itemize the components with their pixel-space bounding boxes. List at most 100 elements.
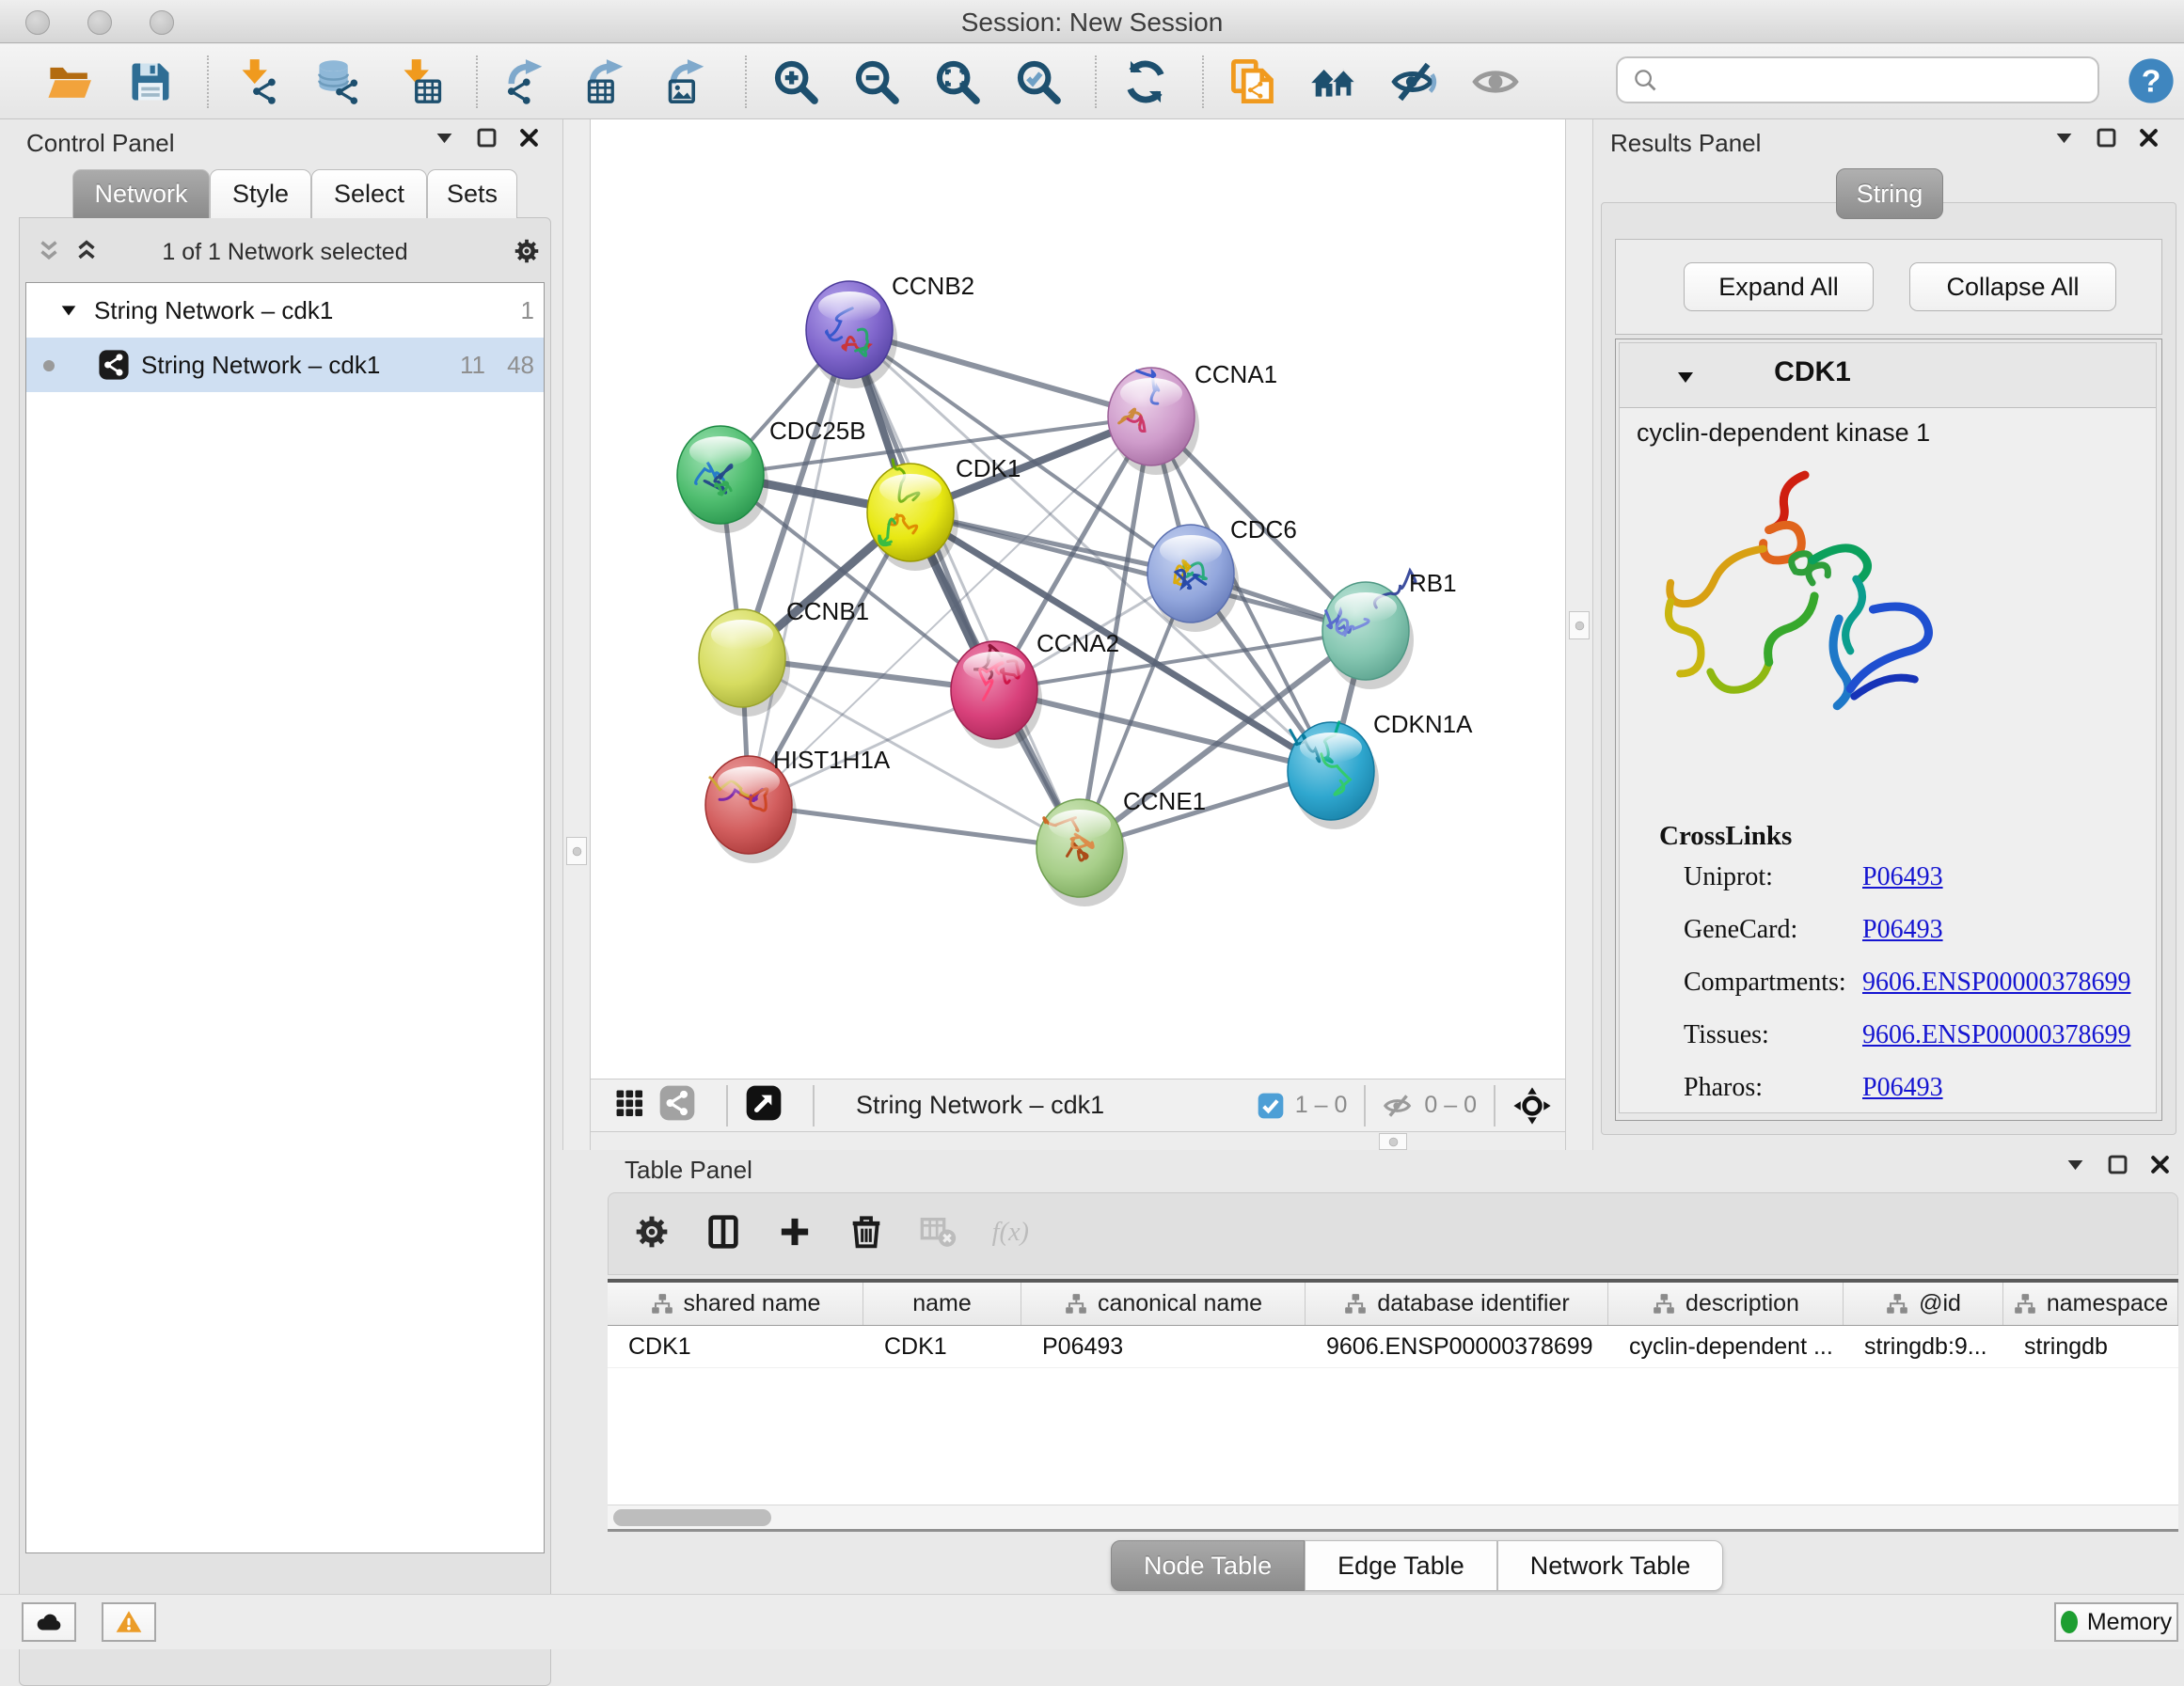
- network-node-CDK1[interactable]: CDK1: [867, 454, 1021, 571]
- hide-selected-button[interactable]: [1385, 50, 1445, 114]
- table-cell[interactable]: cyclin-dependent ...: [1608, 1326, 1844, 1367]
- network-node-CCNB2[interactable]: CCNB2: [806, 272, 974, 388]
- export-network-button[interactable]: [497, 50, 557, 114]
- table-row[interactable]: CDK1CDK1P064939606.ENSP00000378699cyclin…: [608, 1326, 2178, 1368]
- table-cell[interactable]: CDK1: [863, 1326, 1021, 1367]
- delete-table-button[interactable]: [919, 1213, 990, 1255]
- add-icon[interactable]: [776, 1213, 814, 1251]
- org-chart-icon[interactable]: [2013, 1292, 2037, 1316]
- hidden-items-icon[interactable]: [1383, 1090, 1415, 1122]
- org-chart-icon[interactable]: [1652, 1292, 1676, 1316]
- column-header-description[interactable]: description: [1608, 1283, 1844, 1325]
- apply-layout-icon[interactable]: [1121, 57, 1170, 106]
- selected-nodes-icon[interactable]: [1256, 1091, 1286, 1121]
- crosshair-icon[interactable]: [1512, 1086, 1552, 1126]
- network-node-CDC6[interactable]: CDC6: [1147, 515, 1297, 632]
- tab-style[interactable]: Style: [210, 169, 311, 218]
- import-table-icon[interactable]: [395, 57, 444, 106]
- column-header-namespace[interactable]: namespace: [2003, 1283, 2178, 1325]
- export-image-button[interactable]: [658, 50, 719, 114]
- right-splitter[interactable]: [1565, 119, 1593, 1150]
- table-cell[interactable]: stringdb: [2003, 1326, 2178, 1367]
- float-icon[interactable]: [2094, 125, 2119, 150]
- network-edge[interactable]: [749, 330, 849, 805]
- right-splitter-handle[interactable]: [1569, 611, 1590, 639]
- expand-all-button[interactable]: Expand All: [1684, 262, 1874, 311]
- close-icon[interactable]: [2136, 125, 2161, 150]
- cloud-button[interactable]: [22, 1602, 76, 1642]
- horizontal-splitter[interactable]: [591, 1131, 1565, 1150]
- zoom-in-icon[interactable]: [771, 57, 820, 106]
- left-splitter-handle[interactable]: [566, 837, 587, 865]
- network-graph[interactable]: CCNB2 CCNA1 CDC25B CDK1 CDC6: [591, 119, 1565, 1079]
- zoom-selected-button[interactable]: [1008, 50, 1068, 114]
- collapse-all-button[interactable]: Collapse All: [1909, 262, 2116, 311]
- org-chart-icon[interactable]: [1343, 1292, 1368, 1316]
- left-splitter[interactable]: [562, 119, 591, 1150]
- help-button[interactable]: ?: [2126, 55, 2176, 106]
- network-node-CDKN1A[interactable]: CDKN1A: [1288, 710, 1473, 829]
- columns-button[interactable]: [704, 1213, 776, 1255]
- neighborhood-homes-icon[interactable]: [1309, 57, 1358, 106]
- hide-selected-icon[interactable]: [1390, 57, 1439, 106]
- open-session-button[interactable]: [40, 50, 100, 114]
- close-icon[interactable]: [516, 125, 542, 150]
- zoom-out-icon[interactable]: [852, 57, 901, 106]
- org-chart-icon[interactable]: [1064, 1292, 1088, 1316]
- zoom-in-button[interactable]: [766, 50, 826, 114]
- tab-sets[interactable]: Sets: [427, 169, 517, 218]
- column-header-name[interactable]: name: [863, 1283, 1021, 1325]
- collapse-icon[interactable]: [2051, 125, 2077, 150]
- table-horizontal-scrollbar[interactable]: [608, 1505, 2178, 1529]
- show-all-button[interactable]: [1465, 50, 1526, 114]
- tab-select[interactable]: Select: [311, 169, 427, 218]
- float-icon[interactable]: [474, 125, 499, 150]
- import-table-button[interactable]: [389, 50, 450, 114]
- trash-icon[interactable]: [847, 1213, 885, 1251]
- network-node-HIST1H1A[interactable]: HIST1H1A: [705, 746, 891, 863]
- save-session-button[interactable]: [120, 50, 181, 114]
- fx-icon[interactable]: f(x): [990, 1213, 1028, 1251]
- collapse-icon[interactable]: [432, 125, 457, 150]
- crosslink-link[interactable]: P06493: [1862, 915, 1943, 945]
- tab-node-table[interactable]: Node Table: [1111, 1540, 1305, 1591]
- import-network-button[interactable]: [228, 50, 288, 114]
- gene-card-header[interactable]: CDK1: [1620, 343, 2156, 408]
- import-database-icon[interactable]: [314, 57, 363, 106]
- zoom-out-button[interactable]: [847, 50, 907, 114]
- tab-network-table[interactable]: Network Table: [1497, 1540, 1724, 1591]
- import-network-icon[interactable]: [233, 57, 282, 106]
- export-table-icon[interactable]: [583, 57, 632, 106]
- network-node-CCNB1[interactable]: CCNB1: [699, 597, 869, 717]
- tree-expanded-icon[interactable]: [58, 300, 79, 321]
- column-header-database-identifier[interactable]: database identifier: [1306, 1283, 1608, 1325]
- network-node-CCNA2[interactable]: CCNA2: [951, 629, 1119, 748]
- tab-string[interactable]: String: [1836, 168, 1943, 219]
- clone-network-button[interactable]: [1223, 50, 1283, 114]
- gear-icon[interactable]: [633, 1213, 671, 1251]
- network-node-RB1[interactable]: RB1: [1322, 569, 1457, 689]
- export-network-icon[interactable]: [502, 57, 551, 106]
- warnings-button[interactable]: [102, 1602, 156, 1642]
- crosslink-link[interactable]: 9606.ENSP00000378699: [1862, 1020, 2130, 1050]
- collapse-icon[interactable]: [2063, 1152, 2088, 1177]
- add-button[interactable]: [776, 1213, 847, 1255]
- close-icon[interactable]: [2147, 1152, 2173, 1177]
- org-chart-icon[interactable]: [1885, 1292, 1909, 1316]
- gear-icon[interactable]: [513, 237, 541, 265]
- grid-icon[interactable]: [613, 1087, 645, 1119]
- zoom-fit-icon[interactable]: [933, 57, 982, 106]
- apply-layout-button[interactable]: [1116, 50, 1176, 114]
- table-cell[interactable]: CDK1: [608, 1326, 863, 1367]
- open-in-new-icon[interactable]: [745, 1084, 783, 1122]
- crosslink-link[interactable]: P06493: [1862, 862, 1943, 892]
- export-table-button[interactable]: [578, 50, 638, 114]
- neighborhood-homes-button[interactable]: [1304, 50, 1364, 114]
- network-canvas[interactable]: CCNB2 CCNA1 CDC25B CDK1 CDC6: [591, 119, 1565, 1079]
- open-session-icon[interactable]: [45, 57, 94, 106]
- trash-button[interactable]: [847, 1213, 919, 1255]
- column-header-canonical-name[interactable]: canonical name: [1021, 1283, 1306, 1325]
- table-cell[interactable]: P06493: [1021, 1326, 1306, 1367]
- tab-edge-table[interactable]: Edge Table: [1305, 1540, 1497, 1591]
- horizontal-splitter-handle[interactable]: [1379, 1133, 1407, 1150]
